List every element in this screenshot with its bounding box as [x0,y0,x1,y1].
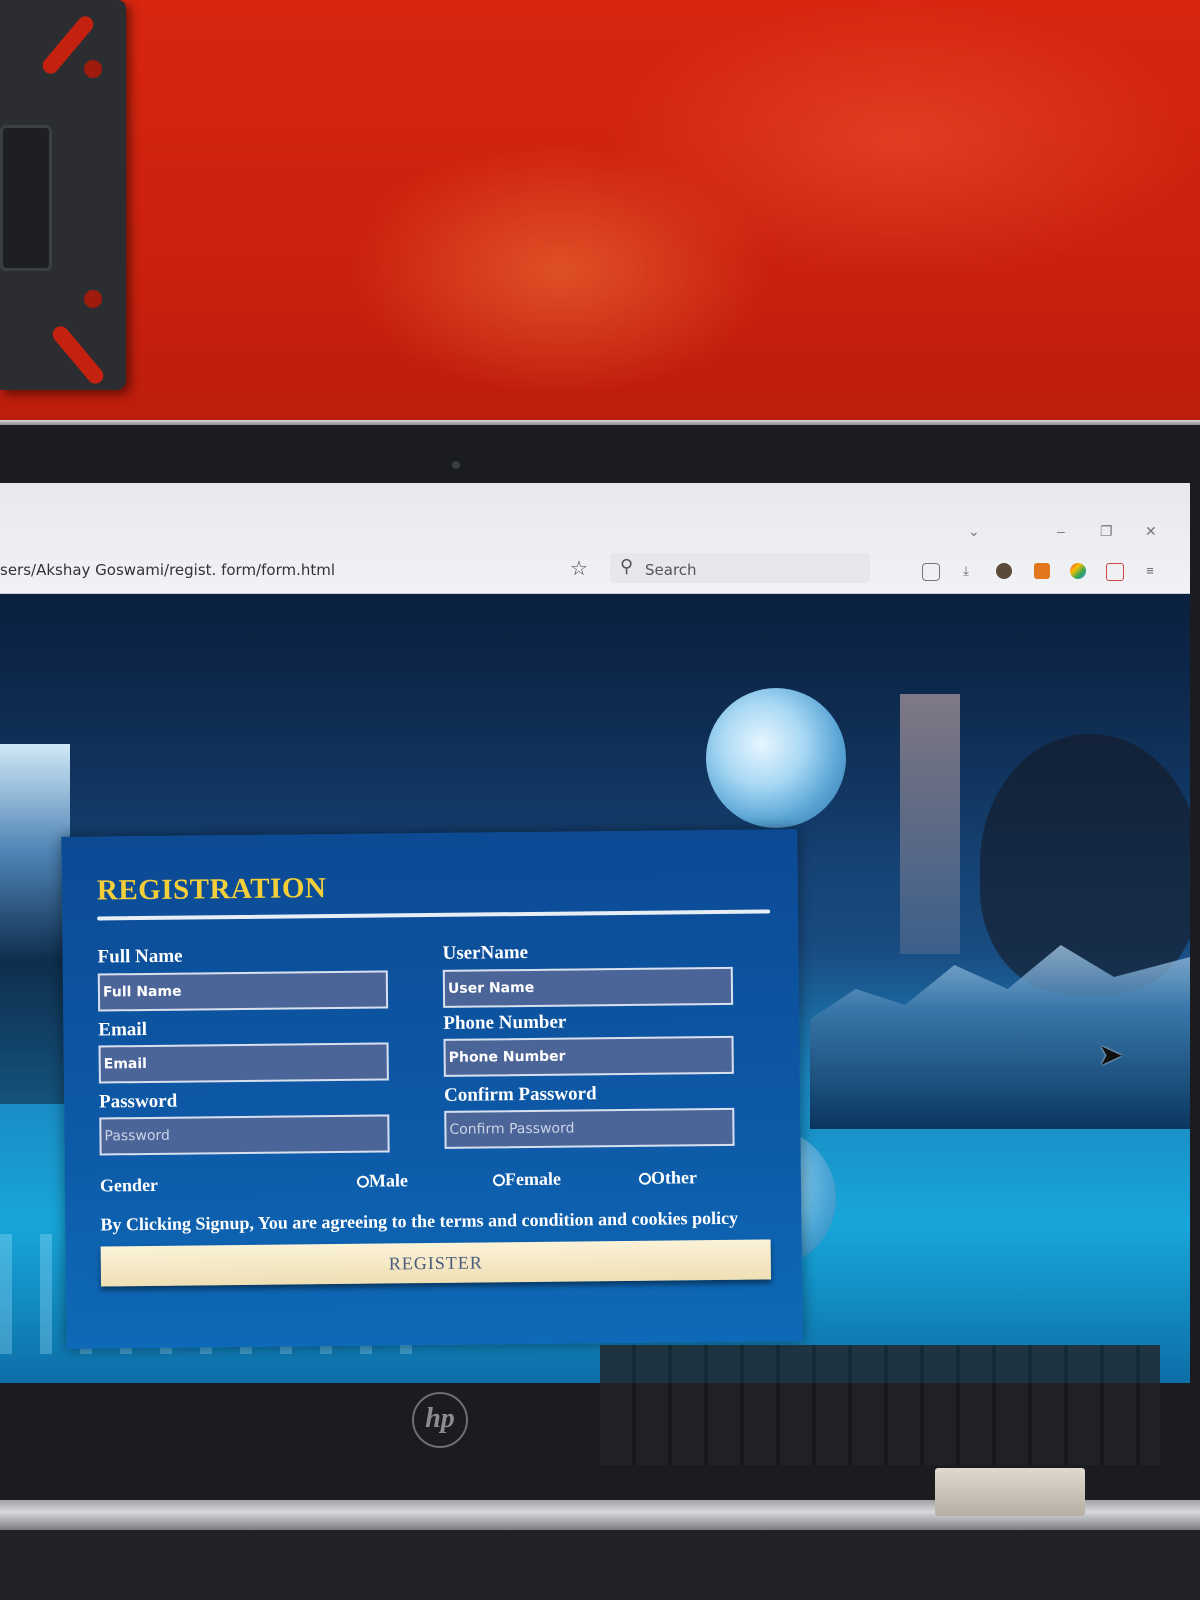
webcam [452,461,460,469]
restore-icon[interactable]: ❐ [1100,523,1113,540]
confirm-password-label: Confirm Password [443,1083,597,1106]
form-title: REGISTRATION [96,872,327,907]
password-label: Password [99,1090,178,1113]
radio-circle-icon[interactable] [356,1175,370,1188]
phone-input[interactable] [443,1035,734,1077]
laptop-hinge [935,1468,1085,1516]
metamask-icon[interactable] [1034,563,1050,579]
register-button[interactable]: REGISTER [100,1239,772,1287]
email-input[interactable] [98,1042,389,1084]
full-name-input[interactable] [97,970,389,1012]
radio-circle-icon[interactable] [492,1173,506,1186]
username-input[interactable] [442,966,734,1008]
extension-icon[interactable] [996,563,1012,579]
brand-logo: hp [412,1392,468,1448]
tab-list-icon[interactable]: ⌄ [968,523,980,540]
title-divider [97,909,771,921]
username-label: UserName [442,941,529,964]
address-bar-url[interactable]: sers/Akshay Goswami/regist. form/form.ht… [0,561,335,579]
gender-label: Gender [99,1174,159,1196]
search-placeholder: Search [645,561,697,579]
extension-icon[interactable] [1106,563,1124,581]
page-viewport: REGISTRATION Full Name UserName Email Ph… [0,594,1190,1383]
browser-toolbar: ⌄ – ❐ ✕ sers/Akshay Goswami/regist. form… [0,483,1190,594]
menu-icon[interactable]: ≡ [1142,563,1158,579]
minimize-icon[interactable]: – [1057,523,1065,539]
radio-circle-icon[interactable] [638,1172,652,1185]
pocket-icon[interactable] [922,563,940,581]
star-icon[interactable]: ☆ [570,556,588,581]
laptop-screen: ⌄ – ❐ ✕ sers/Akshay Goswami/regist. form… [0,483,1190,1383]
registration-form: REGISTRATION Full Name UserName Email Ph… [61,829,803,1349]
extension-icon[interactable] [1070,563,1086,579]
gender-male-radio[interactable]: Male [356,1170,409,1192]
laptop-keyboard [600,1345,1160,1465]
reflection [900,694,960,954]
gender-female-radio[interactable]: Female [492,1168,562,1191]
moon-image [706,688,846,828]
search-icon: ⚲ [620,556,634,576]
confirm-password-input[interactable] [444,1107,735,1149]
email-label: Email [98,1018,148,1041]
background-mountains [0,744,70,1104]
full-name-label: Full Name [97,945,183,968]
gender-option-label: Other [650,1167,698,1188]
wall-mount-bracket [0,0,126,390]
gender-option-label: Male [368,1170,409,1191]
wall-background [0,0,1200,470]
gender-option-label: Female [504,1168,562,1190]
download-icon[interactable]: ⤓ [958,563,974,579]
cursor-icon: ➤ [1098,1039,1124,1072]
gender-other-radio[interactable]: Other [638,1167,698,1189]
terms-notice: By Clicking Signup, You are agreeing to … [100,1207,739,1235]
password-input[interactable] [99,1114,390,1156]
laptop-base [0,1530,1200,1600]
close-icon[interactable]: ✕ [1145,523,1157,540]
phone-label: Phone Number [443,1011,567,1034]
reflection [980,734,1190,994]
